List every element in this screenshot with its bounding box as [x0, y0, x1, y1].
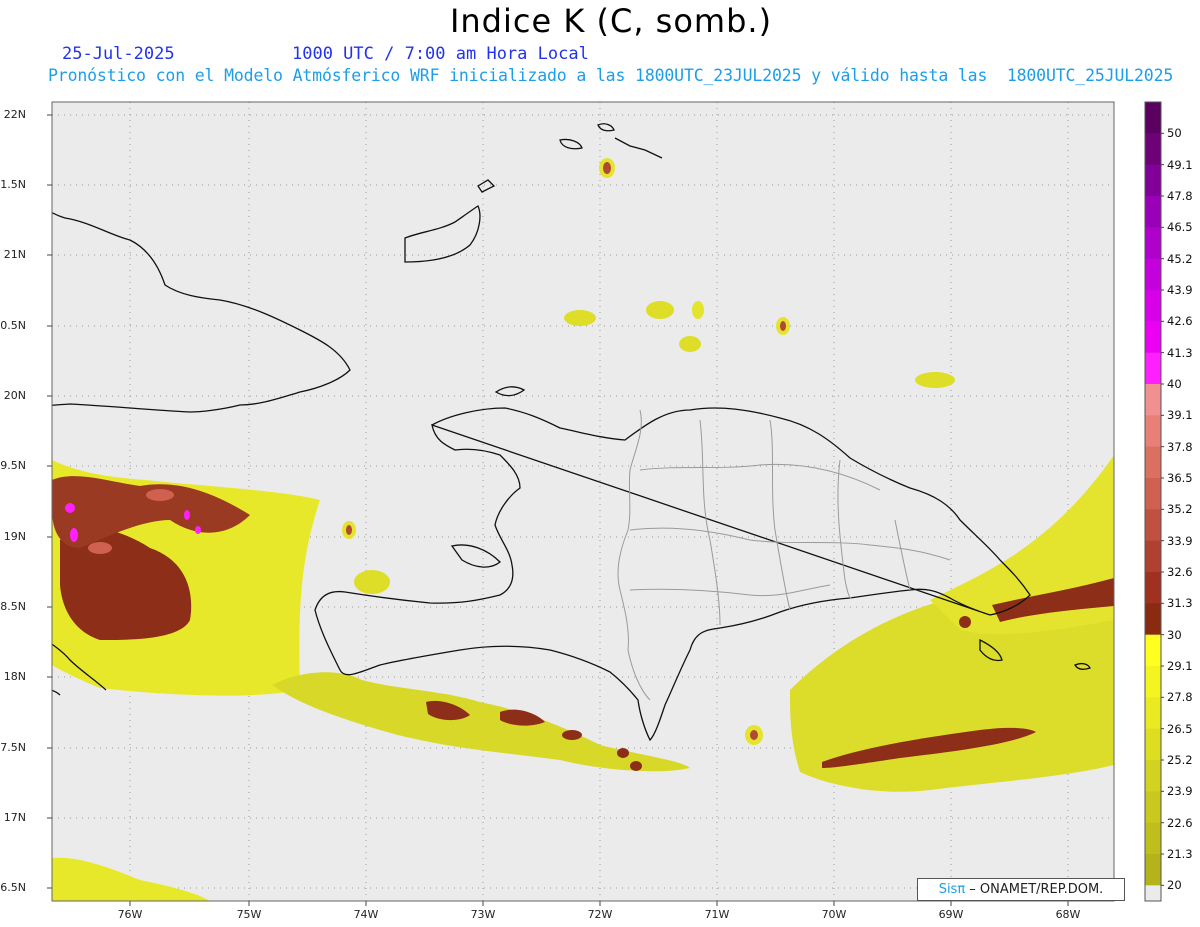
colorbar-label-22: 23.9 [1167, 784, 1193, 799]
colorbar-swatch-17 [1145, 603, 1161, 636]
colorbar-swatch-4 [1145, 196, 1161, 228]
lat-label-3: 21N [3, 248, 26, 261]
lat-label-7: 19N [3, 530, 26, 543]
pocket-magenta-2 [70, 528, 78, 542]
colorbar-swatch-24 [1145, 822, 1161, 855]
colorbar-swatch-9 [1145, 352, 1161, 385]
lon-label-9: 68W [1055, 908, 1081, 921]
credit-text: – ONAMET/REP.DOM. [965, 882, 1104, 897]
colorbar-swatch-14 [1145, 509, 1161, 542]
spot-1 [354, 570, 390, 594]
colorbar-label-13: 35.2 [1167, 502, 1193, 517]
colorbar-label-20: 26.5 [1167, 721, 1193, 736]
colorbar-swatch-7 [1145, 290, 1161, 322]
colorbar-swatch-19 [1145, 666, 1161, 698]
spot-4 [679, 336, 701, 352]
spot-2 [564, 310, 596, 326]
lat-label-10: 7.5N [0, 741, 26, 754]
colorbar-swatch-23 [1145, 791, 1161, 824]
lat-label-8: 8.5N [0, 600, 26, 613]
lon-label-1: 76W [117, 908, 143, 921]
colorbar-label-19: 27.8 [1167, 690, 1193, 705]
colorbar-under-swatch [1145, 885, 1161, 901]
colorbar-swatch-20 [1145, 697, 1161, 730]
credit-box: Sisπ – ONAMET/REP.DOM. [917, 878, 1125, 901]
credit-brand: Sisπ [938, 882, 966, 897]
colorbar-swatch-1 [1145, 102, 1161, 134]
colorbar-swatch-25 [1145, 854, 1161, 886]
colorbar-swatch-21 [1145, 728, 1161, 761]
core-south-5 [630, 761, 642, 771]
k-index-map [47, 101, 1164, 906]
colorbar-label-8: 41.3 [1167, 345, 1193, 360]
colorbar-label-1: 50 [1167, 126, 1182, 141]
core-small-3 [750, 730, 758, 740]
colorbar-label-5: 45.2 [1167, 251, 1193, 266]
colorbar-label-4: 46.5 [1167, 220, 1193, 235]
colorbar-swatch-22 [1145, 760, 1161, 792]
lon-label-4: 73W [470, 908, 496, 921]
colorbar-swatch-6 [1145, 258, 1161, 291]
core-south-3 [562, 730, 582, 740]
spot-8 [915, 372, 955, 388]
colorbar-swatch-16 [1145, 572, 1161, 604]
colorbar-swatch-5 [1145, 227, 1161, 260]
lon-label-2: 75W [236, 908, 262, 921]
colorbar-swatch-18 [1145, 634, 1161, 667]
colorbar-label-24: 21.3 [1167, 847, 1193, 861]
lon-label-8: 69W [938, 908, 964, 921]
colorbar-label-12: 36.5 [1167, 471, 1193, 485]
colorbar-label-10: 39.1 [1167, 408, 1193, 423]
lon-label-3: 74W [353, 908, 379, 921]
colorbar-swatch-8 [1145, 321, 1161, 354]
colorbar-swatch-10 [1145, 384, 1161, 416]
lon-label-7: 70W [821, 908, 847, 921]
spot-7 [692, 301, 704, 319]
spot-3 [646, 301, 674, 319]
core-small-4 [346, 525, 352, 535]
lon-label-5: 72W [587, 908, 613, 921]
colorbar-label-25: 20 [1167, 878, 1182, 893]
pocket-magenta-3 [184, 510, 190, 520]
colorbar-swatch-2 [1145, 133, 1161, 166]
lat-label-5: 20N [3, 389, 26, 402]
colorbar-swatch-11 [1145, 415, 1161, 448]
colorbar-label-3: 47.8 [1167, 189, 1193, 203]
colorbar-label-21: 25.2 [1167, 753, 1193, 767]
colorbar-label-15: 32.6 [1167, 565, 1193, 579]
colorbar-swatch-12 [1145, 446, 1161, 479]
colorbar-label-16: 31.3 [1167, 596, 1193, 611]
lat-label-12: 6.5N [0, 881, 26, 894]
colorbar-label-7: 42.6 [1167, 314, 1193, 329]
core-small-1 [603, 162, 611, 174]
colorbar-label-14: 33.9 [1167, 533, 1193, 548]
lon-label-6: 71W [704, 908, 730, 921]
colorbar-label-2: 49.1 [1167, 157, 1193, 172]
colorbar [1144, 101, 1164, 902]
colorbar-label-23: 22.6 [1167, 815, 1193, 830]
lat-label-4: 0.5N [0, 319, 26, 332]
colorbar-label-18: 29.1 [1167, 659, 1193, 673]
core-small-5 [959, 616, 971, 628]
lat-label-9: 18N [3, 670, 26, 683]
colorbar-label-9: 40 [1167, 377, 1182, 391]
colorbar-swatch-3 [1145, 164, 1161, 197]
colorbar-label-17: 30 [1167, 627, 1182, 642]
lat-label-6: 9.5N [0, 459, 26, 472]
colorbar-label-6: 43.9 [1167, 283, 1193, 297]
colorbar-swatch-15 [1145, 540, 1161, 573]
lat-label-1: 22N [3, 108, 26, 121]
core-south-4 [617, 748, 629, 758]
pocket-magenta-4 [195, 526, 201, 534]
pocket-pink-1 [88, 542, 112, 554]
pocket-magenta-1 [65, 503, 75, 513]
colorbar-swatch-13 [1145, 478, 1161, 510]
colorbar-label-11: 37.8 [1167, 439, 1193, 454]
lat-label-11: 17N [3, 811, 26, 824]
core-small-2 [780, 321, 786, 331]
pocket-pink-2 [146, 489, 174, 501]
lat-label-2: 1.5N [0, 178, 26, 191]
